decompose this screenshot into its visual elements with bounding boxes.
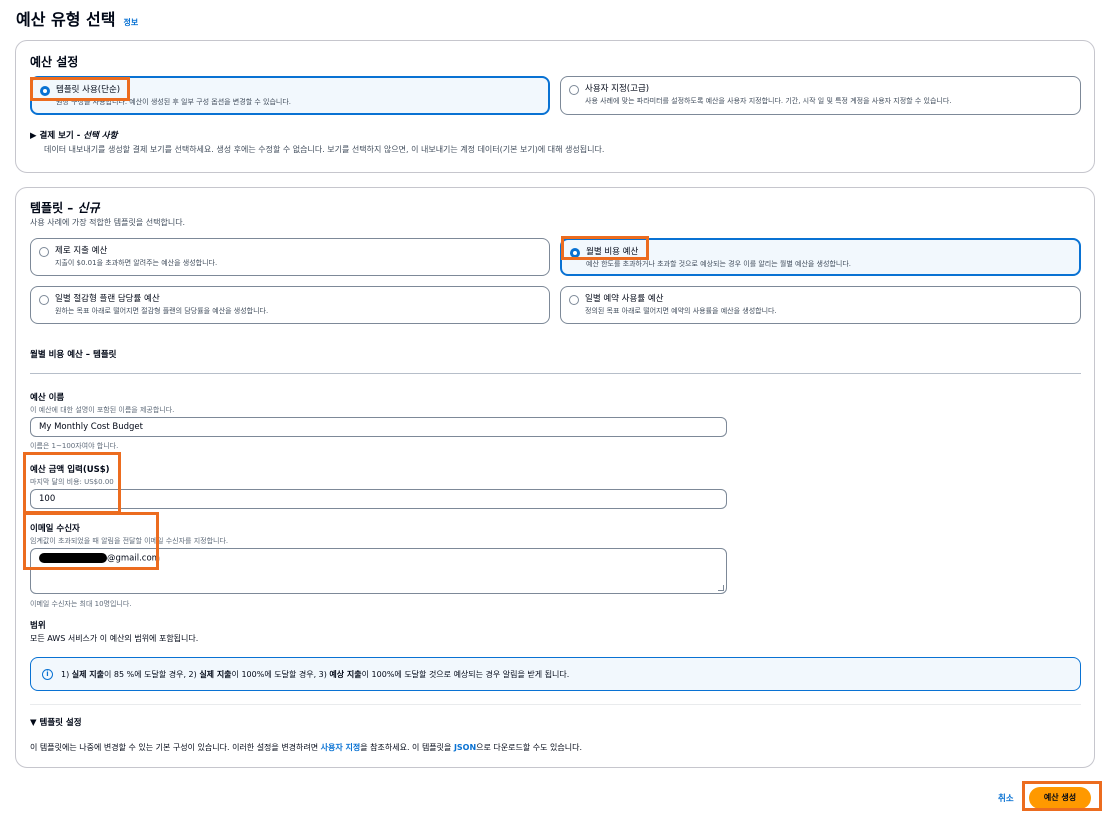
template-settings-desc: 이 템플릿에는 나중에 변경할 수 있는 기본 구성이 있습니다. 이러한 설정… <box>30 743 583 752</box>
billing-view-desc: 데이터 내보내기를 생성할 결제 보기를 선택하세요. 생성 후에는 수정할 수… <box>44 145 605 154</box>
email-recipients-textarea[interactable]: @gmail.com <box>30 548 727 594</box>
budget-amount-desc: 마지막 달의 비용: US$0.00 <box>30 478 114 486</box>
notification-info-alert: i 1) 실제 지출이 85 %에 도달할 경우, 2) 실제 지출이 100%… <box>30 657 1081 691</box>
option-label: 월별 비용 예산 <box>586 247 639 257</box>
option-customize-advanced[interactable]: 사용자 지정(고급) 사용 사례에 맞는 파라미터를 설정하도록 예산을 사용자… <box>560 76 1081 115</box>
divider <box>30 373 1081 374</box>
option-label: 사용자 지정(고급) <box>585 84 650 94</box>
customize-link[interactable]: 사용자 지정 <box>321 743 361 752</box>
page-title: 예산 유형 선택 <box>16 10 116 29</box>
email-recipients-label: 이메일 수신자 <box>30 524 80 534</box>
radio-selected-icon[interactable] <box>570 248 580 258</box>
templates-desc: 사용 사례에 가장 적합한 템플릿을 선택합니다. <box>30 218 186 227</box>
template-savings-plan-coverage[interactable]: 일별 절감형 플랜 담당률 예산 원하는 목표 아래로 떨어지면 절감형 플랜의… <box>30 286 550 324</box>
billing-view-expander[interactable]: ▶ 결제 보기 - 선택 사항 <box>30 129 117 141</box>
create-budget-button[interactable]: 예산 생성 <box>1029 787 1091 809</box>
option-label: 일별 예약 사용률 예산 <box>585 294 664 304</box>
option-desc: 사용 사례에 맞는 파라미터를 설정하도록 예산을 사용자 지정합니다. 기간,… <box>585 97 952 105</box>
radio-icon[interactable] <box>569 295 579 305</box>
scope-desc: 모든 AWS 서비스가 이 예산의 범위에 포함됩니다. <box>30 634 199 643</box>
templates-title: 템플릿 – 신규 <box>30 201 100 215</box>
email-recipients-hint: 이메일 수신자는 최대 10명입니다. <box>30 600 132 608</box>
page-header: 예산 유형 선택 정보 <box>16 6 138 30</box>
divider <box>30 704 1081 705</box>
option-desc: 권장 구성을 사용합니다. 예산이 생성된 후 일부 구성 옵션을 변경할 수 … <box>56 98 292 106</box>
budget-settings-panel: 예산 설정 템플릿 사용(단순) 권장 구성을 사용합니다. 예산이 생성된 후… <box>15 40 1095 173</box>
template-reservation-utilization[interactable]: 일별 예약 사용률 예산 정의된 목표 아래로 떨어지면 예약의 사용률을 예산… <box>560 286 1081 324</box>
info-circle-icon: i <box>42 669 53 680</box>
radio-selected-icon[interactable] <box>40 86 50 96</box>
budget-name-desc: 이 예산에 대한 설명이 포함된 이름을 제공합니다. <box>30 406 175 414</box>
budget-name-label: 예산 이름 <box>30 393 65 403</box>
option-label: 제로 지출 예산 <box>55 246 108 256</box>
template-zero-spend[interactable]: 제로 지출 예산 지출이 $0.01을 초과하면 알려주는 예산을 생성합니다. <box>30 238 550 276</box>
option-desc: 예산 한도를 초과하거나 초과할 것으로 예상되는 경우 이를 알리는 월별 예… <box>586 260 851 268</box>
resize-handle-icon[interactable] <box>718 585 724 591</box>
template-monthly-cost[interactable]: 월별 비용 예산 예산 한도를 초과하거나 초과할 것으로 예상되는 경우 이를… <box>560 238 1081 276</box>
alert-text: 1) 실제 지출이 85 %에 도달할 경우, 2) 실제 지출이 100%에 … <box>61 670 570 679</box>
cancel-button[interactable]: 취소 <box>998 792 1014 804</box>
radio-icon[interactable] <box>39 295 49 305</box>
monthly-template-heading: 월별 비용 예산 – 템플릿 <box>30 350 117 360</box>
budget-settings-title: 예산 설정 <box>30 55 79 69</box>
scope-label: 범위 <box>30 621 46 631</box>
email-recipients-desc: 임계값이 초과되었을 때 알림을 전달할 이메일 수신자를 지정합니다. <box>30 537 229 545</box>
budget-name-hint: 이름은 1~100자여야 합니다. <box>30 442 119 450</box>
budget-amount-label: 예산 금액 입력(US$) <box>30 465 110 475</box>
redacted-email-prefix <box>39 553 107 563</box>
radio-icon[interactable] <box>569 85 579 95</box>
templates-panel: 템플릿 – 신규 사용 사례에 가장 적합한 템플릿을 선택합니다. 제로 지출… <box>15 187 1095 768</box>
option-label: 템플릿 사용(단순) <box>56 85 121 95</box>
info-link[interactable]: 정보 <box>123 17 138 28</box>
option-desc: 지출이 $0.01을 초과하면 알려주는 예산을 생성합니다. <box>55 259 218 267</box>
option-use-template[interactable]: 템플릿 사용(단순) 권장 구성을 사용합니다. 예산이 생성된 후 일부 구성… <box>30 76 550 115</box>
template-settings-expander[interactable]: ▼ 템플릿 설정 <box>30 716 82 728</box>
option-label: 일별 절감형 플랜 담당률 예산 <box>55 294 160 304</box>
budget-name-input[interactable]: My Monthly Cost Budget <box>30 417 727 437</box>
budget-amount-input[interactable]: 100 <box>30 489 727 509</box>
option-desc: 정의된 목표 아래로 떨어지면 예약의 사용률을 예산을 생성합니다. <box>585 307 777 315</box>
radio-icon[interactable] <box>39 247 49 257</box>
caret-right-icon: ▶ <box>30 131 40 141</box>
json-link[interactable]: JSON <box>454 743 476 752</box>
email-suffix: @gmail.com <box>107 553 160 564</box>
option-desc: 원하는 목표 아래로 떨어지면 절감형 플랜의 담당률을 예산을 생성합니다. <box>55 307 269 315</box>
